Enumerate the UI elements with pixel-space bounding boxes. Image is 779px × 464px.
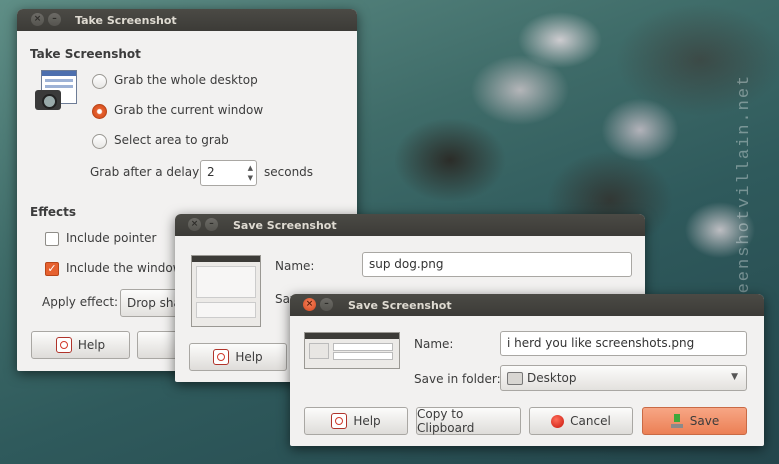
name-label: Name: bbox=[414, 337, 454, 351]
titlebar: × – Save Screenshot bbox=[290, 294, 764, 316]
folder-icon bbox=[507, 371, 523, 385]
include-border-checkbox[interactable]: ✓ bbox=[45, 262, 59, 276]
save-screenshot-window-front: × – Save Screenshot Name: i herd you lik… bbox=[290, 294, 764, 446]
help-button[interactable]: Help bbox=[31, 331, 130, 359]
delay-spinbox[interactable]: 2 ▲ ▼ bbox=[200, 160, 257, 186]
filename-value: i herd you like screenshots.png bbox=[507, 336, 695, 350]
filename-input[interactable]: sup dog.png bbox=[362, 252, 632, 277]
name-label: Name: bbox=[275, 259, 315, 273]
delay-suffix-label: seconds bbox=[264, 165, 314, 179]
window-title: Take Screenshot bbox=[75, 14, 177, 27]
help-button[interactable]: Help bbox=[189, 343, 287, 371]
minimize-icon[interactable]: – bbox=[205, 218, 218, 231]
save-folder-value: Desktop bbox=[527, 371, 577, 385]
screenshot-preview-thumbnail bbox=[304, 332, 400, 369]
apply-effect-label: Apply effect: bbox=[42, 295, 119, 309]
close-icon[interactable]: × bbox=[188, 218, 201, 231]
save-in-folder-label: Save in folder: bbox=[414, 372, 501, 386]
close-icon[interactable]: × bbox=[31, 13, 44, 26]
radio-current-window[interactable] bbox=[92, 104, 107, 119]
titlebar: × – Take Screenshot bbox=[17, 9, 357, 31]
window-title: Save Screenshot bbox=[233, 219, 337, 232]
help-icon bbox=[55, 337, 72, 353]
close-icon[interactable]: × bbox=[303, 298, 316, 311]
save-button[interactable]: Save bbox=[642, 407, 747, 435]
filename-value: sup dog.png bbox=[369, 257, 444, 271]
cancel-button[interactable]: Cancel bbox=[529, 407, 633, 435]
window-title: Save Screenshot bbox=[348, 299, 452, 312]
minimize-icon[interactable]: – bbox=[320, 298, 333, 311]
radio-label-current-window: Grab the current window bbox=[114, 103, 264, 117]
save-button-label: Save bbox=[689, 414, 720, 428]
radio-label-select-area: Select area to grab bbox=[114, 133, 229, 147]
spin-arrows-icon[interactable]: ▲ ▼ bbox=[248, 163, 253, 183]
delay-prefix-label: Grab after a delay of bbox=[90, 165, 215, 179]
titlebar: × – Save Screenshot bbox=[175, 214, 645, 236]
copy-to-clipboard-button[interactable]: Copy to Clipboard bbox=[416, 407, 521, 435]
delay-value: 2 bbox=[207, 165, 215, 179]
help-button-label: Help bbox=[353, 414, 381, 428]
effects-heading: Effects bbox=[30, 205, 77, 219]
help-button-label: Help bbox=[235, 350, 263, 364]
cancel-button-label: Cancel bbox=[570, 414, 611, 428]
help-icon bbox=[213, 349, 230, 365]
help-icon bbox=[331, 413, 348, 429]
radio-select-area[interactable] bbox=[92, 134, 107, 149]
radio-label-whole-desktop: Grab the whole desktop bbox=[114, 73, 258, 87]
copy-to-clipboard-label: Copy to Clipboard bbox=[417, 407, 475, 435]
help-button[interactable]: Help bbox=[304, 407, 408, 435]
cancel-icon bbox=[551, 414, 565, 428]
radio-whole-desktop[interactable] bbox=[92, 74, 107, 89]
screenshot-app-icon bbox=[35, 70, 77, 112]
save-download-icon bbox=[670, 414, 684, 428]
help-button-label: Help bbox=[77, 338, 106, 352]
section-heading: Take Screenshot bbox=[30, 47, 141, 61]
dropdown-arrow-icon: ▼ bbox=[731, 372, 738, 382]
save-folder-combo[interactable]: Desktop ▼ bbox=[500, 365, 747, 391]
filename-input[interactable]: i herd you like screenshots.png bbox=[500, 331, 747, 356]
include-pointer-label: Include pointer bbox=[66, 231, 157, 245]
include-pointer-checkbox[interactable] bbox=[45, 232, 59, 246]
minimize-icon[interactable]: – bbox=[48, 13, 61, 26]
screenshot-preview-thumbnail bbox=[191, 255, 261, 327]
